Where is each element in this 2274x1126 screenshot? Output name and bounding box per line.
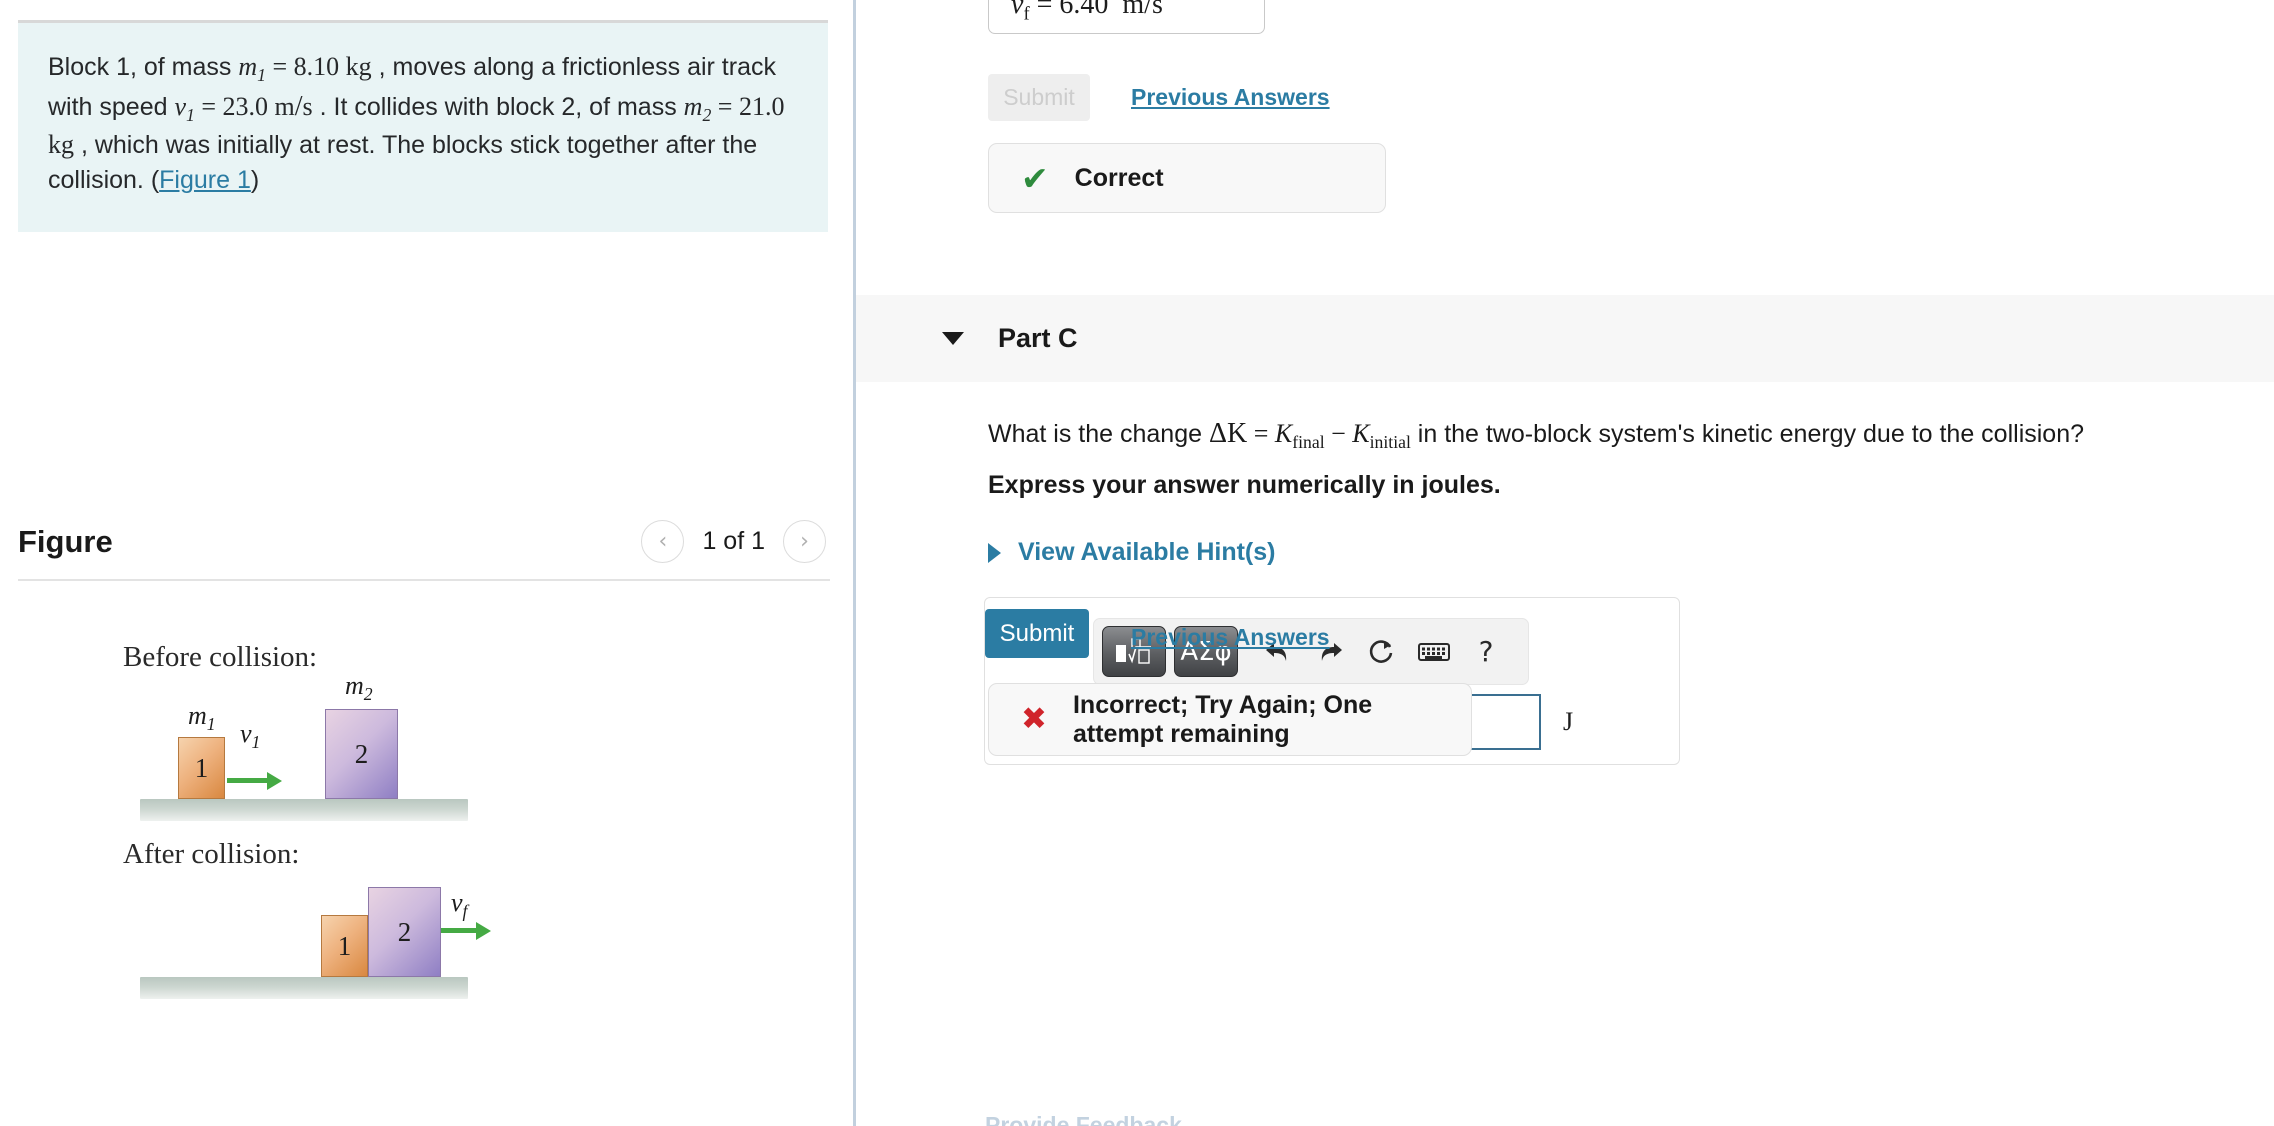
figure-diagram: Before collision: m1 1 v1 m2 2 After col… <box>18 623 830 1043</box>
figure-1-link[interactable]: Figure 1 <box>159 166 251 194</box>
check-icon: ✔ <box>1021 158 1049 198</box>
part-c-previous-answers-link[interactable]: Previous Answers <box>1131 624 1330 651</box>
help-icon[interactable]: ? <box>1460 627 1512 676</box>
figure-counter: 1 of 1 <box>702 527 765 555</box>
problem-panel: Block 1, of mass m1 = 8.10 kg , moves al… <box>0 0 853 1126</box>
after-collision-caption: After collision: <box>123 838 300 870</box>
chevron-right-icon[interactable]: › <box>783 520 826 563</box>
velocity-arrow-before-line <box>227 778 269 783</box>
velocity-arrow-before-head <box>267 772 282 790</box>
caret-right-icon[interactable] <box>988 542 1001 563</box>
block-1-after: 1 <box>321 915 368 977</box>
speed1-symbol: v1 <box>174 91 195 125</box>
track-after <box>140 977 468 999</box>
mass2-symbol: m2 <box>683 91 712 125</box>
problem-lead: Block 1, of mass <box>48 53 239 81</box>
mass2-value: = 21.0 <box>711 91 785 121</box>
caret-down-icon[interactable] <box>942 332 964 345</box>
part-c-status-text: Incorrect; Try Again; One attempt remain… <box>1072 690 1373 748</box>
problem-mid2: . It collides with block 2, of mass <box>312 92 684 121</box>
problem-statement-box: Block 1, of mass m1 = 8.10 kg , moves al… <box>18 20 828 232</box>
block-1-before: 1 <box>178 737 225 799</box>
problem-tail-close: ) <box>250 166 260 195</box>
problem-tail: , which was initially at rest. The block… <box>48 131 758 195</box>
mass1-value: = 8.10 <box>265 52 346 81</box>
part-c-instruction: Express your answer numerically in joule… <box>988 471 1501 499</box>
speed1-unit-slash: / <box>294 90 303 122</box>
label-m1: m1 <box>188 701 216 735</box>
part-c-status-badge: ✖ Incorrect; Try Again; One attempt rema… <box>988 683 1472 756</box>
view-hints-label: View Available Hint(s) <box>1018 538 1276 566</box>
label-v1: v1 <box>240 719 261 753</box>
figure-title: Figure <box>18 523 113 559</box>
reset-glyph <box>1369 639 1393 663</box>
block-2-after: 2 <box>368 887 441 977</box>
part-b-submit-button: Submit <box>988 74 1090 121</box>
label-vf: vf <box>451 888 468 922</box>
block-2-before: 2 <box>325 709 398 799</box>
view-hints-toggle[interactable]: View Available Hint(s) <box>988 538 1275 567</box>
figure-navigation: ‹ 1 of 1 › <box>641 520 826 563</box>
part-b-answer-display: vf = 6.40 m/s <box>988 0 1265 34</box>
part-b-status-badge: ✔ Correct <box>988 143 1386 213</box>
figure-section: Figure ‹ 1 of 1 › Before collision: m1 1… <box>18 520 830 1043</box>
figure-header: Figure ‹ 1 of 1 › <box>18 520 830 581</box>
problem-statement-text: Block 1, of mass m1 = 8.10 kg , moves al… <box>48 49 798 198</box>
answer-unit-label: J <box>1563 707 1574 736</box>
velocity-arrow-after-head <box>476 922 491 940</box>
speed1-value: = 23.0 <box>194 91 275 121</box>
mass1-symbol: m1 <box>238 52 266 86</box>
part-b-status-text: Correct <box>1074 163 1164 192</box>
part-b-answer-text: vf = 6.40 m/s <box>1011 0 1163 24</box>
provide-feedback-link[interactable]: Provide Feedback <box>985 1112 1182 1126</box>
part-b-previous-answers-link[interactable]: Previous Answers <box>1131 84 1330 111</box>
question-k-final: Kfinal <box>1274 419 1325 453</box>
part-c-title: Part C <box>998 323 1078 353</box>
velocity-arrow-after-line <box>441 928 478 933</box>
question-delta-k: ΔK <box>1208 418 1248 449</box>
assignment-panel: vf = 6.40 m/s Submit Previous Answers ✔ … <box>856 0 2274 1126</box>
keyboard-glyph <box>1418 642 1450 661</box>
question-k-initial: Kinitial <box>1352 419 1411 453</box>
speed1-unit-num: m <box>274 91 295 121</box>
track-before <box>140 799 468 821</box>
chevron-left-icon[interactable]: ‹ <box>641 520 685 563</box>
label-m2: m2 <box>345 671 373 705</box>
part-c-submit-button[interactable]: Submit <box>985 609 1089 658</box>
mass2-unit: kg <box>48 130 74 160</box>
part-c-question-text: What is the change ΔK = Kfinal − Kinitia… <box>988 418 2085 453</box>
speed1-unit-den: s <box>302 91 313 121</box>
keyboard-icon[interactable] <box>1408 627 1460 676</box>
before-collision-caption: Before collision: <box>123 641 318 673</box>
mass1-unit: kg <box>345 52 372 81</box>
reset-icon[interactable] <box>1356 627 1408 676</box>
part-c-header[interactable]: Part C <box>856 295 2274 382</box>
page-root: Block 1, of mass m1 = 8.10 kg , moves al… <box>0 0 2274 1126</box>
x-icon: ✖ <box>1021 701 1047 737</box>
